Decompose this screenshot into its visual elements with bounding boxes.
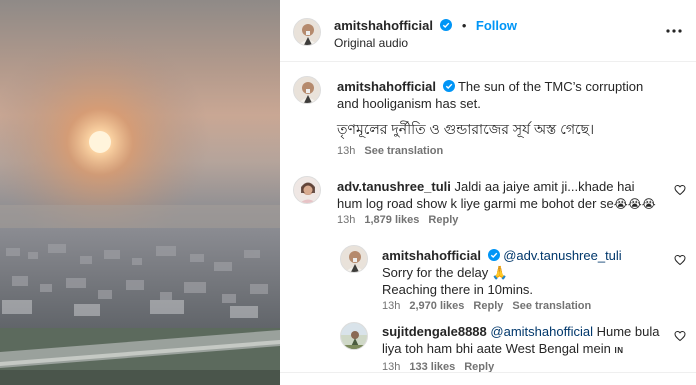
more-options-icon[interactable] (666, 24, 682, 38)
reply-line-1: Sorry for the delay 🙏 (382, 265, 509, 280)
caption: amitshahofficial The sun of the TMC’s co… (337, 78, 667, 112)
post-image (0, 0, 280, 385)
reply-time: 13h (382, 300, 401, 312)
comment-meta: 13h 1,879 likes Reply (337, 214, 458, 226)
caption-username[interactable]: amitshahofficial (337, 79, 436, 94)
profile-photo (294, 19, 320, 45)
caption-meta: 13h See translation (337, 145, 443, 157)
audio-label[interactable]: Original audio (334, 36, 408, 50)
comment-emoji: 😭😭😭 (613, 197, 656, 211)
comment-likes[interactable]: 1,879 likes (364, 214, 419, 226)
caption-avatar[interactable] (293, 76, 321, 104)
reply-meta: 13h 2,970 likes Reply See translation (382, 300, 591, 312)
verified-badge-icon (442, 80, 455, 92)
profile-photo (341, 246, 367, 272)
comment-avatar[interactable] (340, 322, 368, 350)
profile-photo (341, 323, 367, 349)
heart-icon[interactable] (674, 184, 686, 196)
reply-line-2: Reaching there in 10mins. (382, 282, 534, 297)
follow-button[interactable]: Follow (476, 18, 517, 33)
see-translation-link[interactable]: See translation (364, 145, 443, 157)
sun (89, 131, 111, 153)
separator-dot: • (461, 18, 467, 33)
comment-mention[interactable]: @amitshahofficial (490, 324, 593, 339)
reply-mention[interactable]: @adv.tanushree_tuli (503, 248, 621, 263)
heart-icon[interactable] (674, 254, 686, 266)
caption-text-bn: তৃণমূলের দুর্নীতি ও গুন্ডারাজের সূর্য অস… (337, 121, 595, 137)
india-flag-text: IN (614, 346, 624, 355)
verified-badge-icon (487, 249, 500, 261)
comment-time: 13h (337, 214, 356, 226)
avatar[interactable] (293, 18, 321, 46)
caption-time: 13h (337, 145, 356, 157)
heart-icon[interactable] (674, 330, 686, 342)
reply-username[interactable]: amitshahofficial (382, 248, 481, 263)
reply-avatar[interactable] (340, 245, 368, 273)
comment-username[interactable]: adv.tanushree_tuli (337, 179, 451, 194)
verified-badge-icon (440, 19, 453, 31)
comment: sujitdengale8888 @amitshahofficial Hume … (382, 323, 672, 359)
reply-likes[interactable]: 2,970 likes (409, 300, 464, 312)
action-bar (280, 372, 696, 385)
reply-see-translation-link[interactable]: See translation (512, 300, 591, 312)
post-header: amitshahofficial • Follow Original audio (280, 0, 696, 62)
reply-button[interactable]: Reply (428, 214, 458, 226)
reply-comment: amitshahofficial @adv.tanushree_tuli Sor… (382, 247, 672, 298)
sunset-city-photo (0, 0, 280, 385)
reply-reply-button[interactable]: Reply (473, 300, 503, 312)
comment-username[interactable]: sujitdengale8888 (382, 324, 487, 339)
profile-photo (294, 77, 320, 103)
comment: adv.tanushree_tuli Jaldi aa jaiye amit j… (337, 178, 659, 213)
profile-photo (294, 177, 320, 203)
header-username[interactable]: amitshahofficial (334, 18, 433, 33)
comment-avatar[interactable] (293, 176, 321, 204)
post-panel: amitshahofficial • Follow Original audio… (280, 0, 696, 385)
